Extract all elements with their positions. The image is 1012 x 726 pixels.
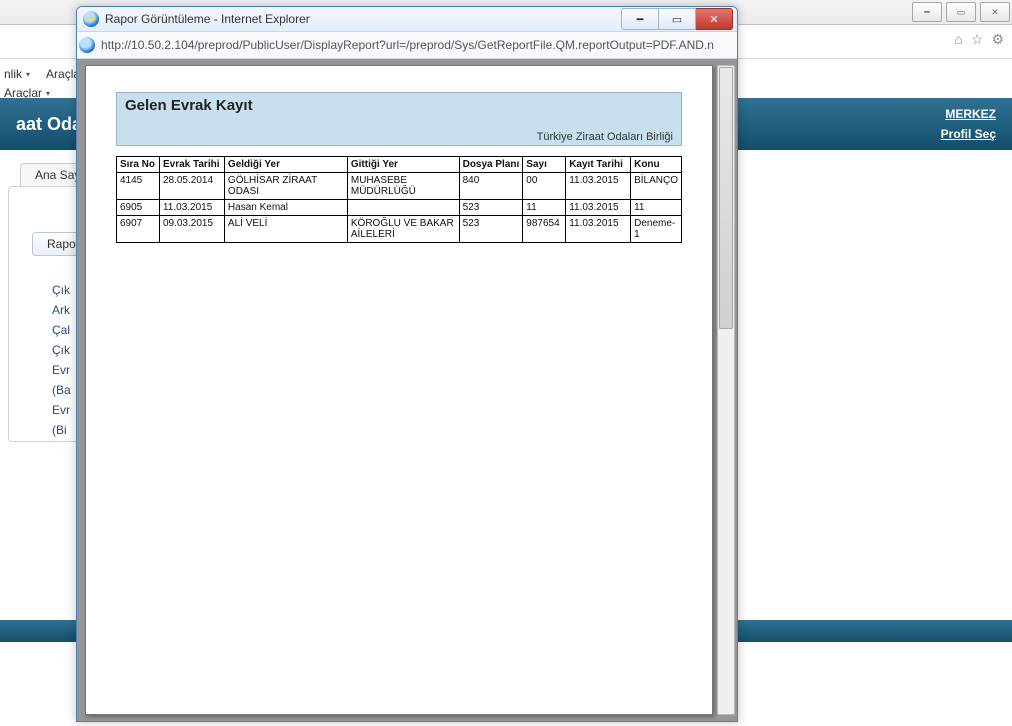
link-merkez[interactable]: MERKEZ bbox=[945, 107, 996, 121]
ie-url-input[interactable] bbox=[97, 38, 737, 52]
col-dosya-plani: Dosya Planı bbox=[459, 157, 523, 173]
list-item[interactable]: Çal bbox=[52, 320, 71, 340]
table-row: 4145 28.05.2014 GÖLHİSAR ZİRAAT ODASI MU… bbox=[117, 173, 682, 200]
list-item[interactable]: Ark bbox=[52, 300, 71, 320]
outer-min-button[interactable]: ━ bbox=[912, 2, 942, 22]
col-sira-no: Sıra No bbox=[117, 157, 160, 173]
ie-window-title: Rapor Görüntüleme - Internet Explorer bbox=[105, 12, 615, 26]
table-header-row: Sıra No Evrak Tarihi Geldiği Yer Gittiği… bbox=[117, 157, 682, 173]
gear-icon[interactable]: ⚙ bbox=[991, 31, 1004, 48]
col-kayit-tarihi: Kayıt Tarihi bbox=[566, 157, 631, 173]
list-item[interactable]: Evr bbox=[52, 360, 71, 380]
list-item[interactable]: Evr bbox=[52, 400, 71, 420]
list-item[interactable]: Çık bbox=[52, 340, 71, 360]
scrollbar-thumb[interactable] bbox=[719, 67, 733, 329]
report-header-box: Gelen Evrak Kayıt Türkiye Ziraat Odaları… bbox=[116, 92, 682, 146]
pdf-page: Gelen Evrak Kayıt Türkiye Ziraat Odaları… bbox=[85, 65, 713, 715]
report-subtitle: Türkiye Ziraat Odaları Birliği bbox=[537, 131, 673, 143]
report-table: Sıra No Evrak Tarihi Geldiği Yer Gittiği… bbox=[116, 156, 682, 243]
list-item[interactable]: (Bi bbox=[52, 420, 71, 440]
ie-maximize-button[interactable]: ▭ bbox=[659, 8, 696, 30]
star-icon[interactable]: ☆ bbox=[971, 31, 984, 48]
pdf-vertical-scrollbar[interactable] bbox=[717, 65, 735, 715]
ie-popup-window: Rapor Görüntüleme - Internet Explorer ━ … bbox=[76, 6, 738, 722]
ie-titlebar[interactable]: Rapor Görüntüleme - Internet Explorer ━ … bbox=[77, 7, 737, 32]
outer-max-button[interactable]: ▭ bbox=[946, 2, 976, 22]
col-evrak-tarihi: Evrak Tarihi bbox=[159, 157, 224, 173]
table-row: 6907 09.03.2015 ALİ VELİ KÖROĞLU VE BAKA… bbox=[117, 216, 682, 243]
outer-toolbar-icons: ⌂ ☆ ⚙ bbox=[954, 28, 1004, 50]
menubar-item-nlik[interactable]: nlik▾ bbox=[4, 67, 30, 81]
outer-close-button[interactable]: ✕ bbox=[980, 2, 1010, 22]
link-profil-sec[interactable]: Profil Seç bbox=[941, 127, 996, 141]
ie-icon bbox=[83, 11, 99, 27]
col-konu: Konu bbox=[631, 157, 682, 173]
col-geldigi-yer: Geldiği Yer bbox=[224, 157, 347, 173]
ie-minimize-button[interactable]: ━ bbox=[621, 8, 659, 30]
list-item[interactable]: Çık bbox=[52, 280, 71, 300]
home-icon[interactable]: ⌂ bbox=[954, 31, 962, 47]
ie-close-button[interactable]: ✕ bbox=[696, 8, 733, 30]
outer-left-list: Çık Ark Çal Çık Evr (Ba Evr (Bi bbox=[52, 280, 71, 440]
pdf-viewport: Gelen Evrak Kayıt Türkiye Ziraat Odaları… bbox=[77, 59, 737, 721]
ie-favicon bbox=[77, 32, 97, 58]
list-item[interactable]: (Ba bbox=[52, 380, 71, 400]
col-gittigi-yer: Gittiği Yer bbox=[347, 157, 459, 173]
table-row: 6905 11.03.2015 Hasan Kemal 523 11 11.03… bbox=[117, 200, 682, 216]
ie-address-bar bbox=[77, 32, 737, 59]
report-title: Gelen Evrak Kayıt bbox=[125, 97, 675, 114]
col-sayi: Sayı bbox=[523, 157, 566, 173]
